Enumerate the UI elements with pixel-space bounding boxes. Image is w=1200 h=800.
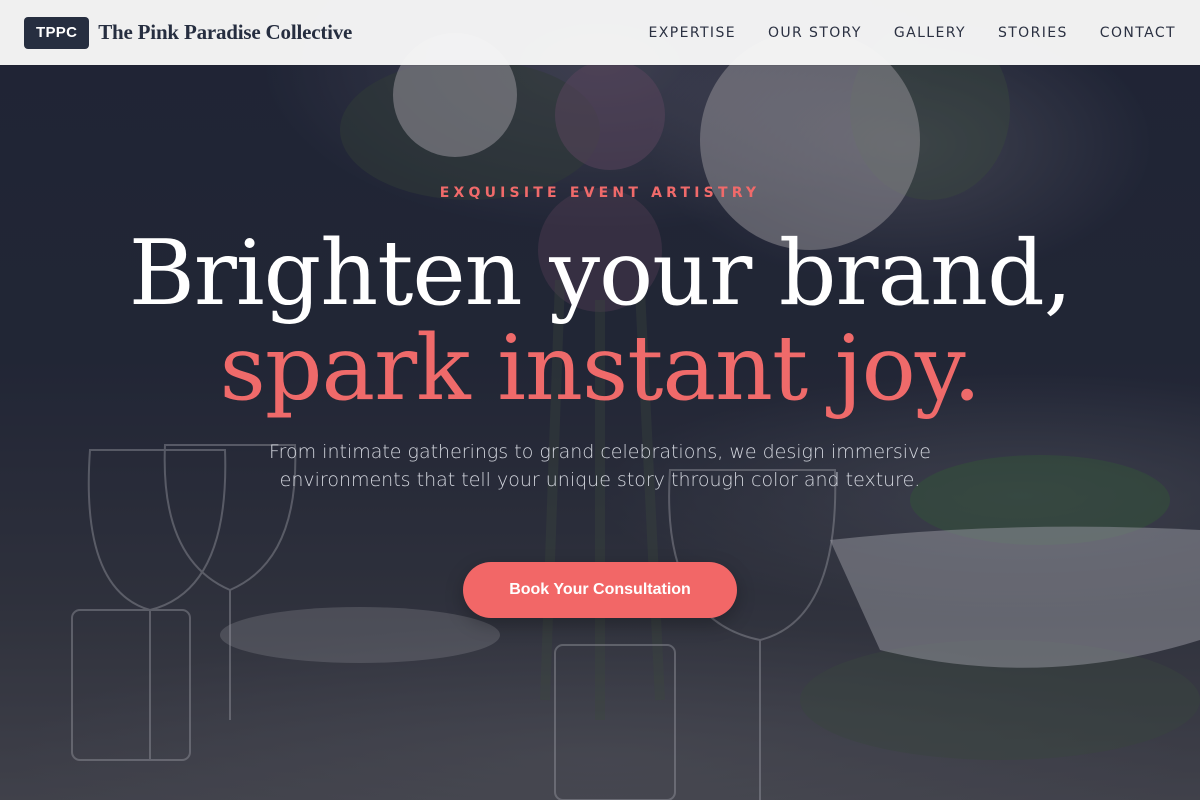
nav-link-stories[interactable]: STORIES xyxy=(998,25,1068,41)
nav-link-contact[interactable]: CONTACT xyxy=(1100,25,1176,41)
brand-badge: TPPC xyxy=(24,16,90,49)
hero-subtext: From intimate gatherings to grand celebr… xyxy=(269,441,931,491)
nav-link-our-story[interactable]: OUR STORY xyxy=(768,25,862,41)
site-header: TPPC The Pink Paradise Collective EXPERT… xyxy=(0,0,1200,65)
hero-headline-line2: spark instant joy. xyxy=(219,316,982,421)
hero-headline-line1: Brighten your brand, xyxy=(128,221,1073,326)
nav-link-gallery[interactable]: GALLERY xyxy=(894,25,966,41)
hero-section: EXQUISITE EVENT ARTISTRY Brighten your b… xyxy=(0,65,1200,800)
nav-link-expertise[interactable]: EXPERTISE xyxy=(649,25,736,41)
page: TPPC The Pink Paradise Collective EXPERT… xyxy=(0,0,1200,800)
brand-name: The Pink Paradise Collective xyxy=(98,20,353,44)
book-consultation-button[interactable]: Book Your Consultation xyxy=(463,562,737,618)
main-nav: EXPERTISE OUR STORY GALLERY STORIES CONT… xyxy=(649,25,1176,41)
brand-logo[interactable]: TPPC The Pink Paradise Collective xyxy=(24,16,353,49)
hero-eyebrow: EXQUISITE EVENT ARTISTRY xyxy=(439,185,761,201)
